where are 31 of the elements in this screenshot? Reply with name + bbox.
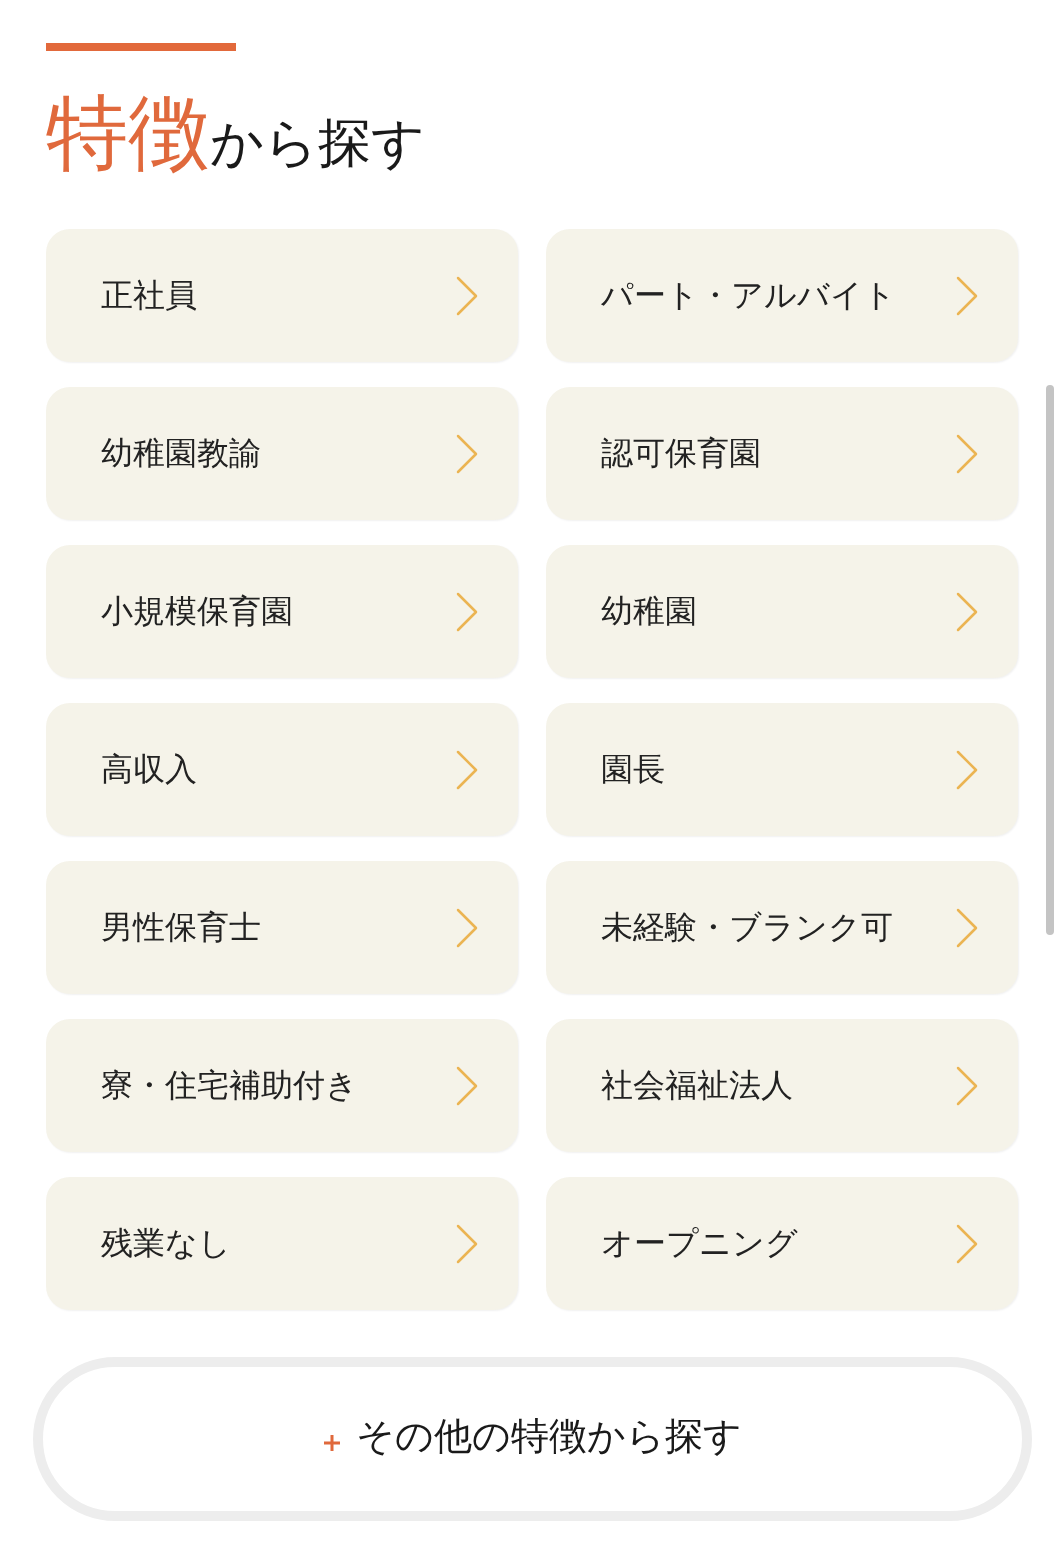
feature-link[interactable]: 幼稚園 (546, 545, 1018, 678)
chevron-right-icon (956, 1065, 978, 1106)
chevron-right-icon (956, 433, 978, 474)
chevron-right-icon (456, 275, 478, 316)
feature-link[interactable]: 幼稚園教諭 (46, 387, 518, 520)
feature-link[interactable]: パート・アルバイト (546, 229, 1018, 362)
feature-link[interactable]: 小規模保育園 (46, 545, 518, 678)
feature-link[interactable]: 園長 (546, 703, 1018, 836)
chevron-right-icon (956, 907, 978, 948)
feature-link[interactable]: 未経験・ブランク可 (546, 861, 1018, 994)
chevron-right-icon (456, 433, 478, 474)
chevron-right-icon (956, 1223, 978, 1264)
feature-link[interactable]: 認可保育園 (546, 387, 1018, 520)
chevron-right-icon (456, 749, 478, 790)
plus-icon (323, 1434, 341, 1452)
section-heading: 特徴から探す (46, 93, 425, 173)
chevron-right-icon (456, 907, 478, 948)
chevron-right-icon (956, 591, 978, 632)
chevron-right-icon (956, 749, 978, 790)
chevron-right-icon (456, 1065, 478, 1106)
chevron-right-icon (956, 275, 978, 316)
feature-link[interactable]: 残業なし (46, 1177, 518, 1310)
chevron-right-icon (456, 591, 478, 632)
chevron-right-icon (456, 1223, 478, 1264)
feature-link[interactable]: 社会福祉法人 (546, 1019, 1018, 1152)
feature-link[interactable]: オープニング (546, 1177, 1018, 1310)
feature-link[interactable]: 正社員 (46, 229, 518, 362)
more-features-button[interactable]: その他の特徴から探す (33, 1357, 1032, 1521)
feature-link[interactable]: 寮・住宅補助付き (46, 1019, 518, 1152)
feature-link[interactable]: 男性保育士 (46, 861, 518, 994)
feature-link[interactable]: 高収入 (46, 703, 518, 836)
